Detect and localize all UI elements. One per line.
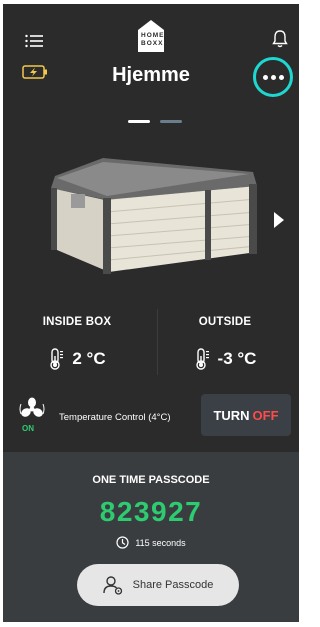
- app-screen: HOME BOXX Hjemme INSIDE BOX 2 °C OUTSIDE…: [3, 4, 299, 622]
- outside-temperature: OUTSIDE -3 °C: [151, 304, 299, 370]
- off-label: OFF: [252, 407, 279, 423]
- passcode-title: ONE TIME PASSCODE: [92, 474, 210, 486]
- logo-text: HOME BOXX: [138, 30, 164, 52]
- passcode-panel: ONE TIME PASSCODE 823927 115 seconds Sha…: [3, 452, 299, 622]
- share-user-icon: [102, 576, 122, 595]
- share-passcode-label: Share Passcode: [132, 579, 214, 591]
- temperature-divider: [157, 309, 158, 375]
- carousel-pager: [128, 120, 182, 123]
- turn-label: TURN: [213, 407, 250, 423]
- outside-temperature-value: -3 °C: [217, 349, 257, 368]
- fan-status: ON: [22, 424, 34, 433]
- chevron-right-icon[interactable]: [271, 208, 287, 232]
- passcode-code: 823927: [99, 496, 203, 527]
- more-options-button[interactable]: [253, 57, 293, 97]
- more-horizontal-icon: [262, 74, 284, 80]
- outside-label: OUTSIDE: [198, 316, 252, 328]
- inside-label: INSIDE BOX: [42, 316, 112, 328]
- thermometer-icon: [50, 348, 64, 370]
- temperature-control-label: Temperature Control (4°C): [59, 412, 171, 423]
- temperature-section: INSIDE BOX 2 °C OUTSIDE -3 °C: [3, 304, 299, 394]
- share-passcode-button[interactable]: Share Passcode: [77, 564, 239, 606]
- inside-temperature-value: 2 °C: [72, 349, 106, 368]
- inside-temperature: INSIDE BOX 2 °C: [3, 304, 151, 370]
- home-boxx-logo: HOME BOXX: [135, 20, 167, 56]
- clock-icon: [116, 536, 129, 549]
- temperature-control-row: ON Temperature Control (4°C) TURN OFF: [3, 394, 299, 444]
- menu-icon[interactable]: [23, 32, 45, 50]
- thermometer-icon: [195, 348, 209, 370]
- pager-dot-1[interactable]: [128, 120, 150, 123]
- pager-dot-2[interactable]: [160, 120, 182, 123]
- timer-text: 115 seconds: [135, 537, 186, 548]
- passcode-timer: 115 seconds: [3, 536, 299, 549]
- bell-icon[interactable]: [271, 28, 289, 50]
- fan-icon: [19, 397, 45, 417]
- home-boxx-product-image: [43, 154, 263, 274]
- turn-off-button[interactable]: TURN OFF: [201, 394, 291, 436]
